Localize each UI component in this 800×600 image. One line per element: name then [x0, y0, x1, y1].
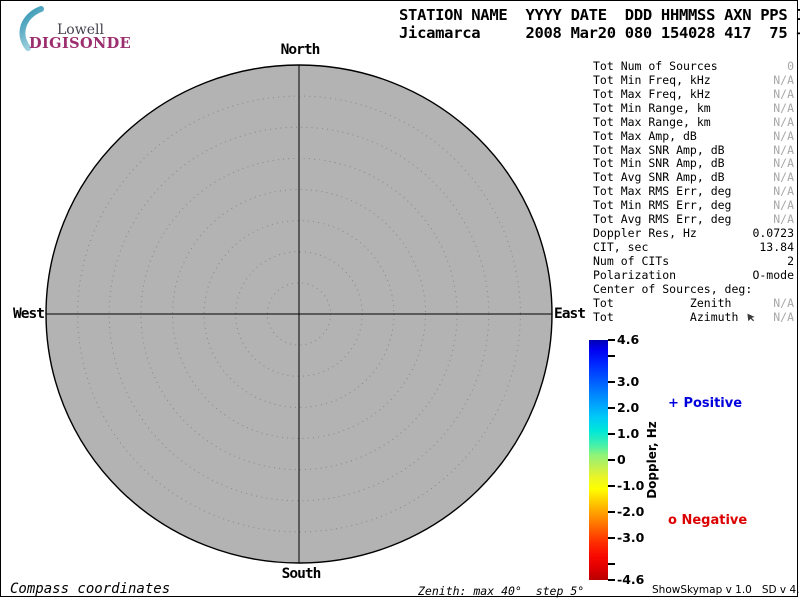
mouse-cursor: [746, 311, 759, 324]
stats-row-label: Tot Max Amp, dB: [593, 129, 697, 143]
stats-row-value: N/A: [773, 143, 794, 157]
station-header-line1: STATION NAME YYYY DATE DDD HHMMSS AXN PP…: [399, 6, 800, 24]
stats-row-value: 0.0723: [752, 226, 794, 240]
colorbar-tick-label: 3.0: [617, 374, 639, 389]
stats-row: Tot Azimuth N/A: [593, 310, 794, 324]
stats-row: Doppler Res, Hz 0.0723: [593, 226, 794, 240]
stats-row-value: 2: [787, 254, 794, 268]
legend-negative: o Negative: [668, 513, 747, 528]
circle-marker-icon: o: [668, 513, 677, 528]
stats-row-label: Tot Min Freq, kHz: [593, 73, 711, 87]
stats-row-value: N/A: [773, 73, 794, 87]
stats-row-label: Doppler Res, Hz: [593, 226, 697, 240]
compass-west-label: West: [13, 306, 44, 322]
colorbar-tick-label: -2.0: [617, 504, 644, 519]
stats-row: Tot Max Amp, dB N/A: [593, 129, 794, 143]
compass-east-label: East: [554, 306, 585, 322]
colorbar-tick-label: 1.0: [617, 426, 639, 441]
colorbar-tick-label: 2.0: [617, 400, 639, 415]
stats-row-label: Center of Sources, deg:: [593, 282, 752, 296]
compass-south-label: South: [282, 566, 321, 582]
stats-row-label: Polarization: [593, 268, 676, 282]
colorbar-tick: [608, 579, 615, 581]
stats-row: Polarization O-mode: [593, 268, 794, 282]
coordinates-mode-label: Compass coordinates: [10, 581, 170, 597]
stats-row-value: 13.84: [759, 240, 794, 254]
stats-row-label: Tot Min Range, km: [593, 101, 711, 115]
colorbar-tick-label: 4.6: [617, 332, 639, 347]
logo-digisonde-text: DIGISONDE: [29, 35, 131, 52]
plus-marker-icon: +: [668, 396, 679, 411]
stats-row-value: O-mode: [752, 268, 794, 282]
doppler-colorbar: 4.63.02.01.00-1.0-2.0-3.0-4.6: [589, 340, 649, 580]
colorbar-tick: [608, 381, 615, 383]
stats-row-label: Tot Num of Sources: [593, 59, 718, 73]
stats-row-label: Tot Avg RMS Err, deg: [593, 212, 731, 226]
stats-row-label: Tot Min RMS Err, deg: [593, 198, 731, 212]
colorbar-tick: [608, 563, 615, 565]
stats-row: Tot Num of Sources 0: [593, 59, 794, 73]
legend-positive-label: Positive: [683, 396, 742, 411]
stats-row-value: N/A: [773, 101, 794, 115]
stats-row: Tot Min Range, km N/A: [593, 101, 794, 115]
colorbar-tick: [608, 339, 615, 341]
stats-row: Tot Min RMS Err, deg N/A: [593, 198, 794, 212]
stats-row: CIT, sec 13.84: [593, 240, 794, 254]
colorbar-tick: [608, 485, 615, 487]
stats-row-label: Tot Min SNR Amp, dB: [593, 156, 725, 170]
colorbar-tick-label: 0: [617, 452, 626, 467]
colorbar-axis-title: Doppler, Hz: [645, 421, 659, 499]
stats-row: Tot Max Range, km N/A: [593, 115, 794, 129]
stats-row-value: N/A: [773, 87, 794, 101]
colorbar-tick-label: -1.0: [617, 478, 644, 493]
stats-row-value: N/A: [773, 129, 794, 143]
stats-row-label: Tot Max RMS Err, deg: [593, 184, 731, 198]
colorbar-tick: [608, 355, 615, 357]
compass-north-label: North: [281, 42, 320, 58]
stats-row-label: Tot Max SNR Amp, dB: [593, 143, 725, 157]
stats-row-value: 0: [787, 59, 794, 73]
stats-row: Tot Max SNR Amp, dB N/A: [593, 143, 794, 157]
stats-row-value: N/A: [773, 184, 794, 198]
stats-row-label: Tot Max Freq, kHz: [593, 87, 711, 101]
colorbar-gradient: [589, 340, 608, 580]
stats-row-value: N/A: [773, 296, 794, 310]
colorbar-tick-label: -4.6: [617, 572, 644, 587]
stats-row: Tot Zenith N/A: [593, 296, 794, 310]
stats-row-value: N/A: [773, 212, 794, 226]
stats-row: Tot Min Freq, kHz N/A: [593, 73, 794, 87]
stats-row: Tot Max RMS Err, deg N/A: [593, 184, 794, 198]
stats-row-label: Tot Avg SNR Amp, dB: [593, 170, 725, 184]
stats-row-value: N/A: [773, 170, 794, 184]
colorbar-tick: [608, 511, 615, 513]
stats-row: Num of CITs 2: [593, 254, 794, 268]
stats-row: Tot Max Freq, kHz N/A: [593, 87, 794, 101]
stats-row-label: Num of CITs: [593, 254, 669, 268]
zenith-range-label: Zenith: max 40° step 5°: [418, 584, 584, 598]
legend-negative-label: Negative: [681, 513, 747, 528]
stats-row-label: Tot Max Range, km: [593, 115, 711, 129]
stats-row: Tot Avg RMS Err, deg N/A: [593, 212, 794, 226]
version-label: ShowSkymap v 1.0 SD v 4.2: [652, 584, 800, 596]
station-header-line2: Jicamarca 2008 Mar20 080 154028 417 75 +…: [399, 24, 800, 42]
stats-panel: Tot Num of Sources 0 Tot Min Freq, kHz N…: [593, 59, 794, 324]
colorbar-tick: [608, 537, 615, 539]
station-header: STATION NAME YYYY DATE DDD HHMMSS AXN PP…: [399, 6, 800, 42]
lowell-digisonde-logo: Lowell DIGISONDE: [8, 4, 138, 52]
colorbar-tick: [608, 433, 615, 435]
stats-row-value: N/A: [773, 156, 794, 170]
colorbar-tick: [608, 407, 615, 409]
colorbar-tick-label: -3.0: [617, 530, 644, 545]
stats-row-value: N/A: [773, 115, 794, 129]
colorbar-tick: [608, 459, 615, 461]
stats-row: Center of Sources, deg:: [593, 282, 794, 296]
stats-row-value: N/A: [773, 198, 794, 212]
stats-row-label: Tot Azimuth: [593, 310, 738, 324]
stats-row-value: N/A: [773, 310, 794, 324]
stats-row-label: Tot Zenith: [593, 296, 731, 310]
stats-row: Tot Min SNR Amp, dB N/A: [593, 156, 794, 170]
legend-positive: + Positive: [668, 396, 742, 411]
stats-row: Tot Avg SNR Amp, dB N/A: [593, 170, 794, 184]
stats-row-label: CIT, sec: [593, 240, 648, 254]
